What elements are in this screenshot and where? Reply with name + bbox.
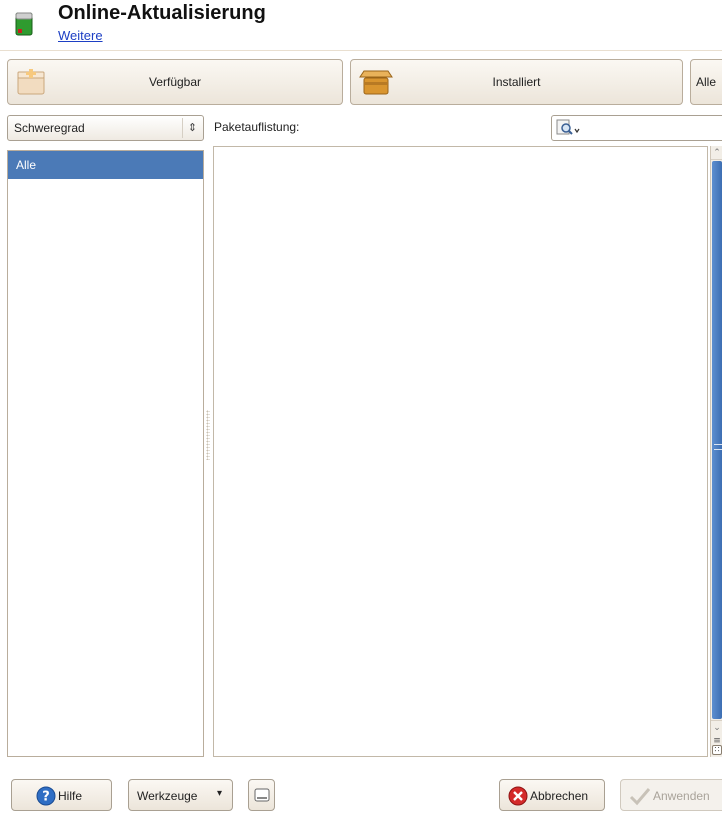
updown-arrows-icon: ⇕	[182, 118, 202, 138]
package-list-label: Paketauflistung:	[214, 120, 300, 134]
tools-button[interactable]: Werkzeuge ▾	[128, 779, 233, 811]
page-title: Online-Aktualisierung	[58, 2, 266, 24]
all-label: Alle	[696, 75, 717, 89]
column-config-icon[interactable]: ∷	[712, 745, 722, 755]
help-icon: ?	[36, 786, 56, 806]
scroll-down-icon[interactable]: ⌄	[711, 720, 722, 734]
filter-list[interactable]: Alle	[7, 150, 204, 757]
checkmark-icon	[629, 788, 651, 806]
cancel-button[interactable]: Abbrechen	[499, 779, 605, 811]
search-input[interactable]	[582, 119, 722, 137]
panel-icon	[254, 788, 270, 802]
vertical-scrollbar[interactable]: ⌃ ⌄ ≡ ∷	[710, 146, 722, 757]
apply-label: Anwenden	[653, 789, 710, 803]
search-icon	[556, 119, 580, 135]
scroll-thumb[interactable]	[712, 161, 722, 719]
header: Online-Aktualisierung Weitere	[0, 0, 722, 50]
package-manager-icon	[15, 12, 33, 36]
severity-combobox-value: Schweregrad	[14, 121, 85, 135]
splitter-handle[interactable]	[206, 410, 210, 460]
more-link[interactable]: Weitere	[58, 28, 103, 43]
severity-combobox[interactable]: Schweregrad ⇕	[7, 115, 204, 141]
scroll-grip	[714, 444, 722, 450]
all-button[interactable]: Alle	[690, 59, 722, 105]
show-panel-button[interactable]	[248, 779, 275, 811]
help-button[interactable]: ? Hilfe	[11, 779, 112, 811]
cancel-icon	[508, 786, 528, 806]
apply-button[interactable]: Anwenden	[620, 779, 722, 811]
help-label: Hilfe	[58, 789, 83, 803]
installed-button[interactable]: Installiert	[350, 59, 683, 105]
available-label: Verfügbar	[148, 75, 202, 89]
package-list[interactable]	[213, 146, 708, 757]
svg-text:?: ?	[42, 790, 50, 805]
available-button[interactable]: Verfügbar	[7, 59, 343, 105]
installed-label: Installiert	[492, 75, 541, 89]
search-box[interactable]	[551, 115, 722, 141]
tools-label: Werkzeuge	[137, 789, 198, 803]
header-separator	[0, 50, 722, 51]
cancel-label: Abbrechen	[530, 789, 589, 803]
online-update-window: Online-Aktualisierung Weitere Verfügbar …	[0, 0, 722, 817]
scroll-up-icon[interactable]: ⌃	[711, 146, 722, 160]
chevron-down-icon: ▾	[217, 788, 223, 799]
filter-item-all[interactable]: Alle	[8, 151, 203, 179]
